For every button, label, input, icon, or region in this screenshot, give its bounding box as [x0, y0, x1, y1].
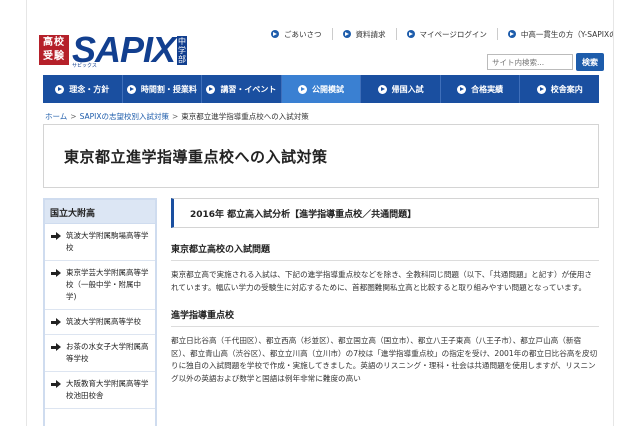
- breadcrumb: ホーム > SAPIXの志望校別入試対策 > 東京都立進学指導重点校への入試対策: [45, 111, 309, 122]
- sidebar-item-ochanomizu[interactable]: お茶の水女子大学附属高等学校: [45, 335, 155, 372]
- sidebar: 国立大附高 筑波大学附属駒場高等学校 東京学芸大学附属高等学校（一般中学・附属中…: [43, 198, 157, 426]
- arrow-right-icon: [51, 318, 61, 327]
- nav-item-mock-exams[interactable]: 公開模試: [281, 75, 362, 103]
- nav-item-returnee-exams[interactable]: 帰国入試: [361, 75, 441, 103]
- nav-label: 校舎案内: [550, 84, 583, 94]
- nav-label: 時間割・授業料: [140, 84, 197, 94]
- toplink-mypage-login[interactable]: マイページログイン: [397, 28, 498, 40]
- sidebar-item-label: 東京学芸大学附属高等学校（一般中学・附属中学): [66, 268, 149, 301]
- logo-vertical: 中学部: [177, 35, 188, 65]
- sidebar-item-gakugei[interactable]: 東京学芸大学附属高等学校（一般中学・附属中学): [45, 261, 155, 310]
- paragraph-entrance-exam: 東京都立高で実施される入試は、下記の進学指導重点校などを除き、全教科同じ問題（以…: [171, 270, 592, 292]
- breadcrumb-parent[interactable]: SAPIXの志望校別入試対策: [80, 112, 169, 121]
- arrow-circle-icon: [271, 30, 279, 38]
- arrow-circle-icon: [55, 84, 65, 94]
- toplink-label: マイページログイン: [419, 29, 487, 39]
- nav-label: 講習・イベント: [220, 84, 277, 94]
- nav-item-schedule-fees[interactable]: 時間割・授業料: [123, 75, 203, 103]
- toplink-label: 中高一貫生の方（Y-SAPIXのご案内): [520, 29, 613, 39]
- toplink-label: 資料請求: [355, 29, 386, 39]
- arrow-circle-icon: [206, 84, 216, 94]
- nav-item-courses-events[interactable]: 講習・イベント: [202, 75, 282, 103]
- toplink-request-materials[interactable]: 資料請求: [333, 28, 397, 40]
- search-button[interactable]: 検索: [576, 53, 604, 71]
- arrow-circle-icon: [536, 84, 546, 94]
- arrow-circle-icon: [507, 30, 516, 38]
- logo-badge: 高校受験: [39, 35, 69, 65]
- heading-entrance-exam: 東京都立高校の入試問題: [171, 242, 599, 261]
- arrow-right-icon: [51, 269, 61, 278]
- arrow-circle-icon: [457, 84, 467, 94]
- nav-item-philosophy[interactable]: 理念・方針: [43, 75, 123, 103]
- search-input[interactable]: [487, 54, 573, 70]
- top-links: ごあいさつ 資料請求 マイページログイン 中高一貫生の方（Y-SAPIXのご案内…: [261, 28, 613, 40]
- page-title: 東京都立進学指導重点校への入試対策: [64, 147, 328, 166]
- breadcrumb-home[interactable]: ホーム: [45, 112, 67, 121]
- sidebar-item-tsukuba[interactable]: 筑波大学附属高等学校: [45, 310, 155, 335]
- sidebar-item-label: 筑波大学附属駒場高等学校: [66, 231, 149, 252]
- breadcrumb-separator: >: [70, 112, 77, 121]
- arrow-circle-icon: [342, 30, 351, 38]
- sidebar-item-osaka-ikeda[interactable]: 大阪教育大学附属高等学校池田校舎: [45, 372, 155, 409]
- arrow-right-icon: [51, 380, 61, 389]
- sidebar-item-tsukuba-komaba[interactable]: 筑波大学附属駒場高等学校: [45, 224, 155, 261]
- arrow-circle-icon: [126, 84, 136, 94]
- site-logo[interactable]: 高校受験 SAPIX 中学部 サピックス: [39, 32, 188, 69]
- toplink-label: ごあいさつ: [284, 29, 322, 39]
- page-title-box: 東京都立進学指導重点校への入試対策: [43, 124, 599, 188]
- sidebar-item-label: 大阪教育大学附属高等学校池田校舎: [66, 379, 149, 400]
- nav-item-campuses[interactable]: 校舎案内: [520, 75, 599, 103]
- main-nav: 理念・方針 時間割・授業料 講習・イベント 公開模試 帰国入試 合格実績 校舎案…: [43, 75, 599, 103]
- nav-label: 合格実績: [471, 84, 504, 94]
- arrow-right-icon: [51, 232, 61, 241]
- page-frame: 高校受験 SAPIX 中学部 サピックス ごあいさつ 資料請求 マイページログイ…: [26, 0, 614, 426]
- breadcrumb-separator: >: [171, 112, 179, 121]
- sidebar-item-label: 筑波大学附属高等学校: [66, 317, 141, 326]
- breadcrumb-current: 東京都立進学指導重点校への入試対策: [181, 112, 309, 121]
- arrow-circle-icon: [298, 84, 308, 94]
- nav-label: 帰国入試: [391, 84, 424, 94]
- logo-sub: サピックス: [72, 63, 97, 69]
- paragraph-priority-schools: 都立日比谷高（千代田区）、都立西高（杉並区）、都立国立高（国立市）、都立八王子東…: [171, 336, 598, 383]
- section-header: 2016年 都立高入試分析【進学指導重点校／共通問題】: [171, 198, 599, 228]
- main-content: 2016年 都立高入試分析【進学指導重点校／共通問題】 東京都立高校の入試問題 …: [171, 198, 599, 385]
- nav-label: 理念・方針: [69, 84, 110, 94]
- sidebar-item-label: お茶の水女子大学附属高等学校: [66, 342, 149, 363]
- arrow-circle-icon: [377, 84, 387, 94]
- toplink-greeting[interactable]: ごあいさつ: [261, 28, 333, 40]
- nav-item-results[interactable]: 合格実績: [441, 75, 521, 103]
- arrow-circle-icon: [406, 30, 415, 38]
- toplink-y-sapix[interactable]: 中高一貫生の方（Y-SAPIXのご案内): [498, 28, 613, 40]
- arrow-right-icon: [51, 343, 61, 352]
- nav-label: 公開模試: [312, 84, 345, 94]
- heading-priority-schools: 進学指導重点校: [171, 308, 599, 327]
- sidebar-heading: 国立大附高: [45, 200, 155, 224]
